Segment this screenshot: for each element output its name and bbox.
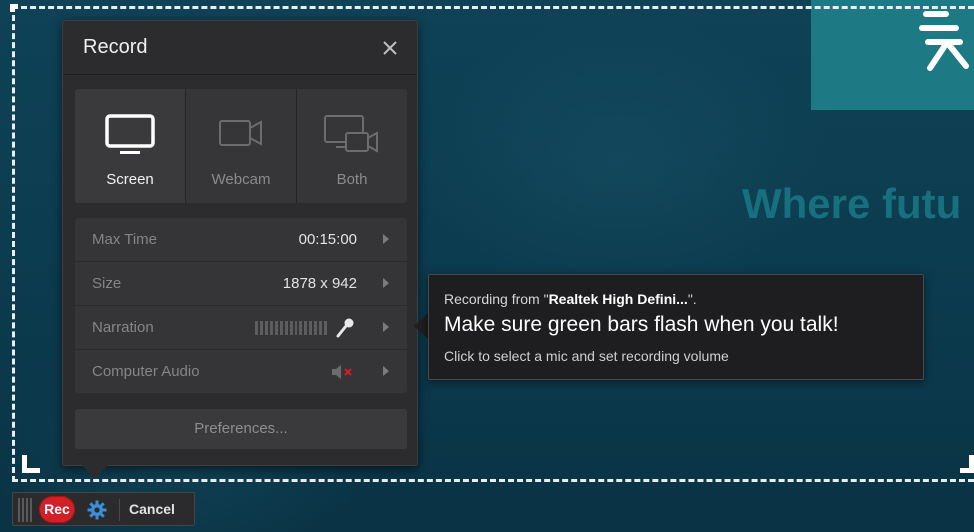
setting-max-time[interactable]: Max Time 00:15:00: [75, 218, 407, 262]
mode-screen-button[interactable]: Screen: [75, 89, 186, 203]
setting-computer-audio[interactable]: Computer Audio: [75, 350, 407, 393]
preferences-label: Preferences...: [194, 420, 288, 437]
toolbar-divider: [119, 499, 120, 521]
chevron-right-icon: [383, 278, 389, 288]
capture-corner-handle-bottom-right[interactable]: [960, 455, 974, 473]
mode-both-button[interactable]: Both: [297, 89, 407, 203]
drag-handle-icon[interactable]: [18, 498, 34, 522]
chevron-right-icon: [383, 322, 389, 332]
tooltip-hint: Click to select a mic and set recording …: [444, 348, 729, 364]
chevron-right-icon: [383, 234, 389, 244]
capture-mode-selector: Screen Webcam Both: [75, 89, 407, 203]
preferences-button[interactable]: Preferences...: [75, 409, 407, 449]
screen-webcam-icon: [324, 115, 378, 153]
setting-label: Size: [92, 275, 122, 292]
setting-label: Max Time: [92, 231, 158, 248]
close-icon[interactable]: [379, 37, 401, 59]
capture-corner-handle-top-left[interactable]: [10, 4, 18, 12]
gear-icon[interactable]: [87, 500, 107, 520]
tooltip-pointer: [414, 312, 429, 340]
panel-header: Record: [63, 21, 417, 75]
tooltip-device-line: Recording from "Realtek High Defini...".: [444, 291, 697, 307]
chevron-right-icon: [383, 366, 389, 376]
settings-list: Max Time 00:15:00 Size 1878 x 942 Narrat…: [75, 218, 407, 393]
record-panel: Record Screen Webcam Both Max Time 00:15…: [62, 20, 418, 466]
webcam-icon: [219, 120, 262, 146]
tooltip-device-name: Realtek High Defini...: [548, 291, 688, 307]
mode-label: Both: [336, 171, 368, 188]
microphone-icon: [336, 318, 354, 338]
setting-value: 1878 x 942: [282, 275, 357, 292]
setting-narration[interactable]: Narration: [75, 306, 407, 350]
cancel-button[interactable]: Cancel: [129, 501, 175, 517]
tooltip-headline: Make sure green bars flash when you talk…: [444, 313, 839, 336]
mode-label: Screen: [106, 171, 154, 188]
capture-corner-handle-bottom-left[interactable]: [22, 455, 40, 473]
setting-value: 00:15:00: [298, 231, 357, 248]
mode-webcam-button[interactable]: Webcam: [186, 89, 297, 203]
setting-label: Narration: [92, 319, 154, 336]
monitor-icon: [105, 114, 155, 154]
setting-label: Computer Audio: [92, 363, 200, 380]
mode-label: Webcam: [211, 171, 271, 188]
speaker-muted-icon: [332, 365, 352, 379]
panel-pointer: [82, 465, 108, 479]
narration-tooltip[interactable]: Recording from "Realtek High Defini...".…: [428, 274, 924, 380]
rec-button[interactable]: Rec: [39, 496, 75, 523]
recorder-toolbar: Rec Cancel: [12, 492, 195, 526]
mic-level-meter: [255, 321, 328, 335]
panel-title: Record: [83, 36, 148, 58]
setting-size[interactable]: Size 1878 x 942: [75, 262, 407, 306]
